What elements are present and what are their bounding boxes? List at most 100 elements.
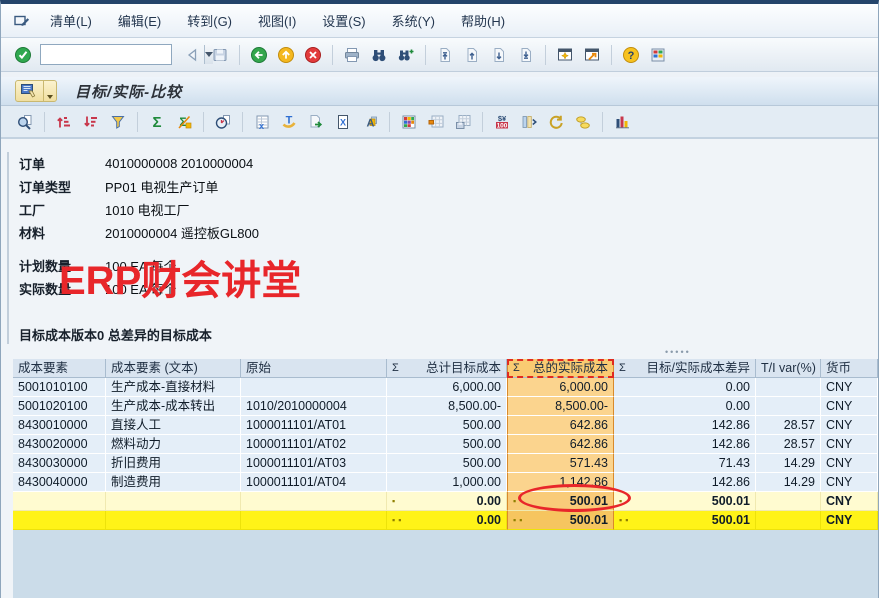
cancel-icon[interactable] bbox=[301, 43, 325, 67]
col-header-cost-element[interactable]: 成本要素 bbox=[13, 359, 106, 378]
total-variance[interactable]: ▪▪500.01 bbox=[614, 511, 756, 530]
menu-help[interactable]: 帮助(H) bbox=[448, 7, 518, 34]
cell-target-cost[interactable]: 1,000.00 bbox=[387, 473, 507, 492]
cell-tivar[interactable]: 28.57 bbox=[756, 435, 821, 454]
subtotal-target-cost[interactable]: ▪0.00 bbox=[387, 492, 507, 511]
first-page-icon[interactable] bbox=[433, 43, 457, 67]
save-icon[interactable] bbox=[208, 43, 232, 67]
subtotal-actual-cost[interactable]: ▪500.01 bbox=[507, 492, 614, 511]
cell-currency[interactable]: CNY bbox=[821, 378, 878, 397]
cell-target-cost[interactable]: 6,000.00 bbox=[387, 378, 507, 397]
command-input[interactable] bbox=[41, 45, 204, 64]
sort-descending-icon[interactable] bbox=[79, 110, 103, 134]
cells-icon[interactable] bbox=[571, 110, 595, 134]
cell-tivar[interactable]: 14.29 bbox=[756, 473, 821, 492]
menu-settings[interactable]: 设置(S) bbox=[309, 7, 378, 34]
cell-origin[interactable]: 1000011101/AT03 bbox=[241, 454, 387, 473]
sort-ascending-icon[interactable] bbox=[52, 110, 76, 134]
print-icon[interactable] bbox=[340, 43, 364, 67]
local-file-icon[interactable] bbox=[304, 110, 328, 134]
export-icon[interactable]: X bbox=[331, 110, 355, 134]
customize-layout-icon[interactable] bbox=[646, 43, 670, 67]
change-layout-icon[interactable] bbox=[424, 110, 448, 134]
report-menu-dropdown[interactable] bbox=[43, 80, 56, 102]
cell-cost-element[interactable]: 8430020000 bbox=[13, 435, 106, 454]
cell-cost-element-text[interactable]: 直接人工 bbox=[106, 416, 241, 435]
abc-analysis-icon[interactable]: A bbox=[358, 110, 382, 134]
cell-currency[interactable]: CNY bbox=[821, 416, 878, 435]
graphic-icon[interactable] bbox=[610, 110, 634, 134]
shortcut-icon[interactable] bbox=[580, 43, 604, 67]
subtotal-icon[interactable]: Σ bbox=[172, 110, 196, 134]
total-currency[interactable]: CNY bbox=[821, 511, 878, 530]
col-header-actual-cost[interactable]: Σ 总的实际成本 bbox=[507, 359, 614, 378]
menu-system[interactable]: 系统(Y) bbox=[379, 7, 448, 34]
last-page-icon[interactable] bbox=[514, 43, 538, 67]
col-header-currency[interactable]: 货币 bbox=[821, 359, 878, 378]
cell-variance[interactable]: 142.86 bbox=[614, 416, 756, 435]
exit-icon[interactable] bbox=[274, 43, 298, 67]
report-menu-button[interactable] bbox=[15, 80, 57, 102]
cell-tivar[interactable] bbox=[756, 378, 821, 397]
sum-icon[interactable]: Σ bbox=[145, 110, 169, 134]
back-triangle-icon[interactable] bbox=[181, 43, 205, 67]
menu-view[interactable]: 视图(I) bbox=[245, 7, 309, 34]
col-header-variance[interactable]: Σ 目标/实际成本差异 bbox=[614, 359, 756, 378]
cell-actual-cost[interactable]: 642.86 bbox=[507, 416, 614, 435]
cell-actual-cost[interactable]: 8,500.00- bbox=[507, 397, 614, 416]
col-header-cost-element-text[interactable]: 成本要素 (文本) bbox=[106, 359, 241, 378]
cell-variance[interactable]: 71.43 bbox=[614, 454, 756, 473]
cell-origin[interactable] bbox=[241, 378, 387, 397]
report-call-icon[interactable] bbox=[211, 110, 235, 134]
subtotal-currency[interactable]: CNY bbox=[821, 492, 878, 511]
total-target-cost[interactable]: ▪▪0.00 bbox=[387, 511, 507, 530]
column-order-icon[interactable] bbox=[517, 110, 541, 134]
cell-actual-cost[interactable]: 6,000.00 bbox=[507, 378, 614, 397]
save-layout-icon[interactable] bbox=[451, 110, 475, 134]
currency-icon[interactable]: $¥100 bbox=[490, 110, 514, 134]
menu-edit[interactable]: 编辑(E) bbox=[105, 7, 174, 34]
cell-variance[interactable]: 142.86 bbox=[614, 435, 756, 454]
cell-origin[interactable]: 1010/2010000004 bbox=[241, 397, 387, 416]
subtotal-variance[interactable]: ▪500.01 bbox=[614, 492, 756, 511]
cell-actual-cost[interactable]: 1,142.86 bbox=[507, 473, 614, 492]
refresh-icon[interactable] bbox=[544, 110, 568, 134]
excel-export-icon[interactable]: x bbox=[250, 110, 274, 134]
cell-origin[interactable]: 1000011101/AT02 bbox=[241, 435, 387, 454]
cell-actual-cost[interactable]: 571.43 bbox=[507, 454, 614, 473]
menu-goto[interactable]: 转到(G) bbox=[174, 7, 245, 34]
filter-icon[interactable] bbox=[106, 110, 130, 134]
cell-target-cost[interactable]: 500.00 bbox=[387, 454, 507, 473]
cell-origin[interactable]: 1000011101/AT01 bbox=[241, 416, 387, 435]
cell-cost-element-text[interactable]: 折旧费用 bbox=[106, 454, 241, 473]
cell-cost-element[interactable]: 8430010000 bbox=[13, 416, 106, 435]
col-header-origin[interactable]: 原始 bbox=[241, 359, 387, 378]
cell-cost-element[interactable]: 8430040000 bbox=[13, 473, 106, 492]
cell-cost-element[interactable]: 5001010100 bbox=[13, 378, 106, 397]
help-icon[interactable]: ? bbox=[619, 43, 643, 67]
cell-cost-element[interactable]: 5001020100 bbox=[13, 397, 106, 416]
find-icon[interactable] bbox=[367, 43, 391, 67]
cell-cost-element[interactable]: 8430030000 bbox=[13, 454, 106, 473]
cell-currency[interactable]: CNY bbox=[821, 435, 878, 454]
choose-layout-icon[interactable] bbox=[397, 110, 421, 134]
col-header-target-cost[interactable]: Σ 总计目标成本 bbox=[387, 359, 507, 378]
cell-target-cost[interactable]: 500.00 bbox=[387, 416, 507, 435]
cell-currency[interactable]: CNY bbox=[821, 454, 878, 473]
cell-cost-element-text[interactable]: 生产成本-成本转出 bbox=[106, 397, 241, 416]
previous-page-icon[interactable] bbox=[460, 43, 484, 67]
next-page-icon[interactable] bbox=[487, 43, 511, 67]
session-menu-icon[interactable] bbox=[13, 12, 31, 30]
word-processing-icon[interactable]: T bbox=[277, 110, 301, 134]
cell-currency[interactable]: CNY bbox=[821, 397, 878, 416]
cell-variance[interactable]: 0.00 bbox=[614, 397, 756, 416]
cell-tivar[interactable] bbox=[756, 397, 821, 416]
cell-target-cost[interactable]: 8,500.00- bbox=[387, 397, 507, 416]
cell-variance[interactable]: 0.00 bbox=[614, 378, 756, 397]
enter-check-icon[interactable] bbox=[11, 43, 35, 67]
cell-cost-element-text[interactable]: 燃料动力 bbox=[106, 435, 241, 454]
command-field[interactable] bbox=[40, 44, 172, 65]
cell-actual-cost[interactable]: 642.86 bbox=[507, 435, 614, 454]
cell-cost-element-text[interactable]: 生产成本-直接材料 bbox=[106, 378, 241, 397]
find-next-icon[interactable] bbox=[394, 43, 418, 67]
